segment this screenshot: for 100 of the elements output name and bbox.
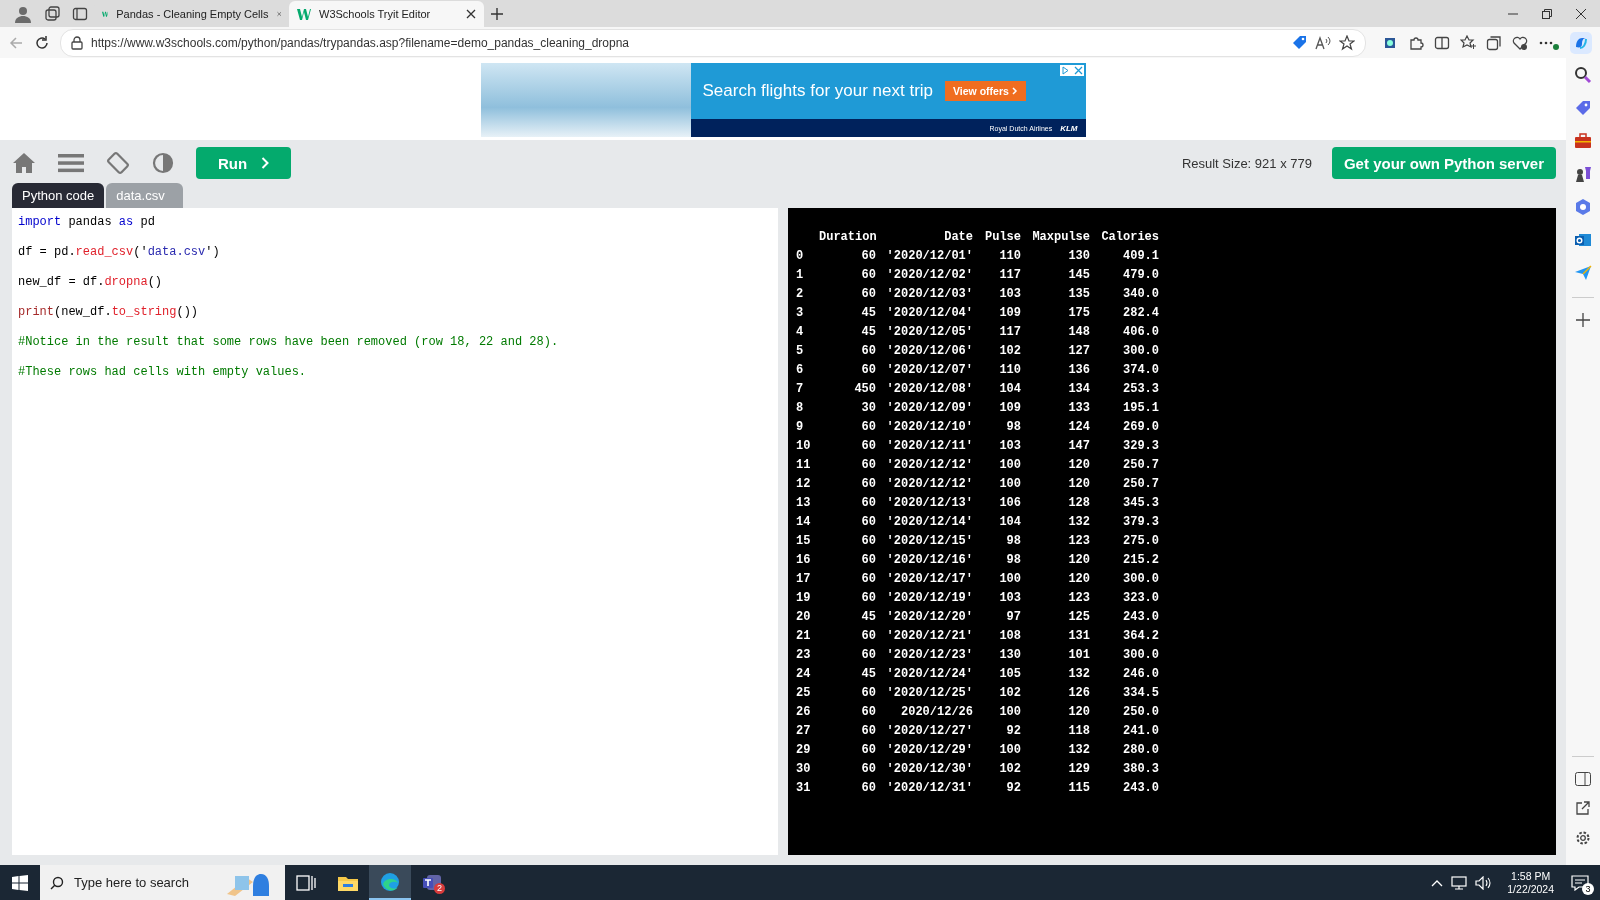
outlook-icon[interactable] (1574, 231, 1592, 249)
ad-choices-icon[interactable] (1059, 65, 1084, 76)
table-cell-text: 275.0 (1122, 533, 1159, 550)
table-cell-text: 106 (998, 495, 1021, 512)
table-cell-text: '2020/12/20' (885, 609, 973, 626)
tag-icon[interactable] (1574, 99, 1592, 117)
split-screen-icon[interactable] (1434, 34, 1450, 51)
menu-icon[interactable] (58, 153, 84, 173)
read-aloud-icon[interactable] (1315, 34, 1331, 51)
tab-actions-icon[interactable] (72, 5, 88, 22)
notification-icon[interactable] (1571, 874, 1589, 891)
favorites-icon[interactable] (1460, 34, 1476, 51)
code-line: df = pd.read_csv('data.csv') (18, 245, 220, 259)
table-cell-text: 60 (860, 761, 876, 778)
table-cell-text: 215.2 (1122, 552, 1159, 569)
table-cell-text: 117 (998, 267, 1021, 284)
table-cell-text: 120 (1067, 552, 1090, 569)
table-cell-text: 60 (860, 647, 876, 664)
volume-icon[interactable] (1475, 875, 1494, 890)
row-index: 20 (796, 609, 812, 626)
search-icon[interactable] (1574, 66, 1592, 84)
clock-time[interactable]: 1:58 PM (1511, 869, 1551, 883)
table-cell-text: 117 (998, 324, 1021, 341)
sidebar-panel-icon[interactable] (1575, 772, 1591, 786)
table-cell-text: 280.0 (1122, 742, 1159, 759)
table-cell-text: '2020/12/01' (885, 248, 973, 265)
taskbar-search-field[interactable]: Type here to search (40, 865, 285, 900)
table-cell-text: 110 (998, 362, 1021, 379)
table-cell-text: 123 (1067, 533, 1090, 550)
table-cell-text: '2020/12/10' (885, 419, 973, 436)
row-index: 19 (796, 590, 812, 607)
rotate-icon[interactable] (106, 151, 130, 175)
shopping-tag-icon[interactable] (1291, 34, 1307, 51)
network-icon[interactable] (1451, 875, 1468, 890)
table-cell-text: 147 (1067, 438, 1090, 455)
row-index: 16 (796, 552, 812, 569)
clock-date[interactable]: 1/22/2024 (1507, 882, 1554, 896)
table-cell-text: 115 (1067, 780, 1090, 797)
table-cell-text: 100 (998, 742, 1021, 759)
table-cell-text: 60 (860, 248, 876, 265)
profile-icon[interactable] (14, 4, 32, 23)
table-cell-text: 103 (998, 438, 1021, 455)
row-index: 9 (796, 419, 805, 436)
row-index: 30 (796, 761, 812, 778)
add-icon[interactable] (1576, 313, 1590, 327)
table-cell-text: 30 (860, 400, 876, 417)
external-link-icon[interactable] (1576, 801, 1590, 815)
table-cell-text: 60 (860, 419, 876, 436)
table-cell-text: 409.1 (1122, 248, 1159, 265)
chevron-up-icon[interactable] (1431, 878, 1444, 887)
table-cell-text: 329.3 (1122, 438, 1159, 455)
table-cell-text: 175 (1067, 305, 1090, 322)
table-cell-text: 60 (860, 362, 876, 379)
browser-icon[interactable] (379, 870, 401, 893)
table-cell-text: 120 (1067, 571, 1090, 588)
editor-tab[interactable]: Python code (12, 183, 105, 208)
row-index: 10 (796, 438, 812, 455)
windows-start-icon[interactable] (12, 874, 28, 891)
table-cell-text: 130 (1067, 248, 1090, 265)
new-tab-icon[interactable] (490, 6, 504, 21)
table-cell-text: 127 (1067, 343, 1090, 360)
heart-pulse-icon[interactable] (1512, 34, 1528, 51)
table-cell-text: 109 (998, 305, 1021, 322)
toolbox-icon[interactable] (1574, 132, 1592, 150)
table-cell-text: 100 (998, 704, 1021, 721)
home-icon[interactable] (12, 152, 36, 174)
row-index: 2 (796, 286, 805, 303)
table-cell-text: 195.1 (1122, 400, 1159, 417)
table-cell-text: '2020/12/15' (885, 533, 973, 550)
browser-tab[interactable]: W3Schools Tryit Editor (289, 1, 484, 27)
column-header: Date (943, 229, 973, 246)
workspaces-icon[interactable] (44, 5, 60, 22)
table-cell-text: '2020/12/14' (885, 514, 973, 531)
table-cell-text: 98 (1005, 533, 1021, 550)
table-cell-text: 60 (860, 286, 876, 303)
close-icon[interactable] (466, 9, 476, 19)
contrast-icon[interactable] (152, 152, 174, 174)
code-line: import pandas as pd (18, 215, 155, 229)
star-icon[interactable] (1339, 34, 1355, 51)
notification-count: 3 (1582, 882, 1594, 895)
table-cell-text: 300.0 (1122, 343, 1159, 360)
paper-plane-icon[interactable] (1574, 264, 1592, 282)
chess-pieces-icon[interactable] (1574, 165, 1592, 183)
close-icon[interactable] (1576, 8, 1586, 19)
table-cell-text: 300.0 (1122, 571, 1159, 588)
row-index: 1 (796, 267, 805, 284)
table-cell-text: 374.0 (1122, 362, 1159, 379)
table-cell-text: 118 (1067, 723, 1090, 740)
table-cell-text: 133 (1067, 400, 1090, 417)
puzzle-icon[interactable] (1408, 34, 1424, 51)
table-cell-text: '2020/12/24' (885, 666, 973, 683)
table-cell-text: 145 (1067, 267, 1090, 284)
refresh-icon[interactable] (34, 34, 50, 51)
row-index: 23 (796, 647, 812, 664)
collections-icon[interactable] (1486, 34, 1502, 51)
table-cell-text: 45 (860, 666, 876, 683)
settings-icon[interactable] (1575, 830, 1591, 846)
code-line: new_df = df.dropna() (18, 275, 163, 289)
restore-icon[interactable] (1542, 8, 1552, 19)
table-cell-text: 132 (1067, 514, 1090, 531)
